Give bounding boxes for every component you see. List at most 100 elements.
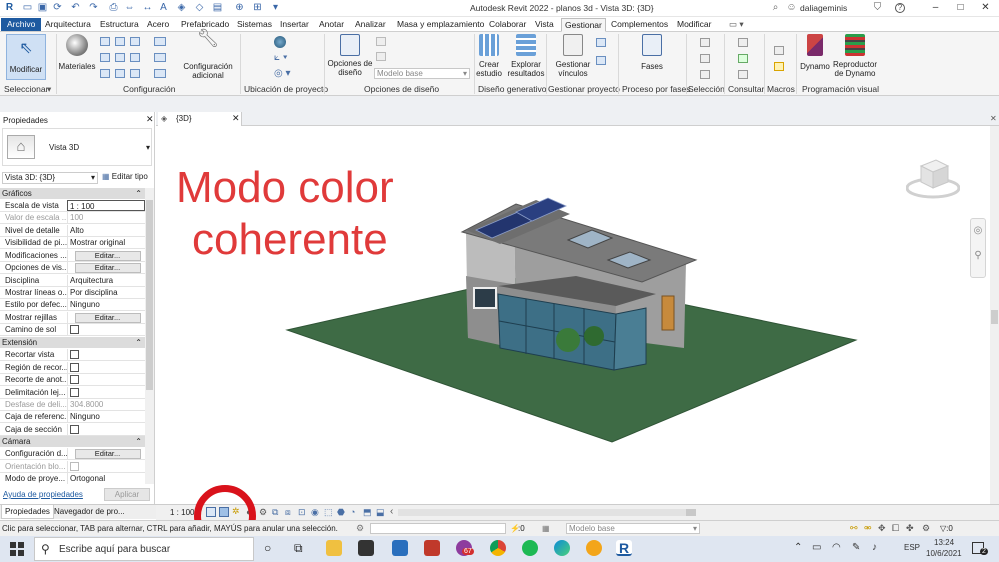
prop-row[interactable]: Configuración d... Editar... (0, 448, 145, 460)
properties-scrollbar[interactable] (145, 188, 154, 484)
prop-row[interactable]: Disciplina Arquitectura (0, 275, 145, 287)
edit-selection-icon[interactable] (700, 70, 710, 79)
design-option-icon[interactable]: ▦ (542, 524, 550, 533)
object-styles-icon[interactable] (100, 37, 110, 46)
zoom-icon[interactable]: ⚲ (971, 250, 985, 261)
prop-row[interactable]: Caja de referenc... Ninguno (0, 411, 145, 423)
select-links-icon[interactable]: ⚯ (850, 523, 858, 534)
status-design-option-select[interactable]: Modelo base ▾ (566, 523, 700, 534)
tile-icon[interactable]: ⊞ (252, 3, 263, 13)
dimension-icon[interactable]: ↔ (142, 3, 153, 13)
section-camara[interactable]: Cámara ⌃ (0, 436, 145, 447)
phases-button[interactable]: Fases (632, 34, 672, 71)
prop-row[interactable]: Recortar vista (0, 349, 145, 361)
load-selection-icon[interactable] (700, 54, 710, 63)
horizontal-scrollbar[interactable] (398, 509, 686, 516)
tab-sistemas[interactable]: Sistemas (236, 19, 273, 29)
tab-gestionar[interactable]: Gestionar (561, 18, 606, 32)
prop-row[interactable]: Visibilidad de pi... Mostrar original (0, 237, 145, 249)
location-globe-icon[interactable] (274, 36, 286, 48)
maximize-button[interactable]: □ (955, 3, 966, 13)
type-selector[interactable]: ⌂ Vista 3D ▾ (2, 128, 152, 166)
scroll-thumb[interactable] (686, 509, 696, 516)
prop-row[interactable]: Mostrar rejillas Editar... (0, 312, 145, 324)
purge-icon[interactable] (115, 69, 125, 78)
prop-row[interactable]: Mostrar líneas o... Por disciplina (0, 287, 145, 299)
prop-row[interactable]: Escala de vista 1 : 100 (0, 200, 145, 212)
text-icon[interactable]: A (158, 3, 169, 13)
prop-row[interactable]: Opciones de vis... Editar... (0, 262, 145, 274)
materials-button[interactable]: Materiales (58, 34, 96, 71)
prop-row[interactable]: Delimitación lej... (0, 387, 145, 399)
tab-modificar[interactable]: Modificar (676, 19, 712, 29)
design-options-button[interactable]: Opciones de diseño (326, 34, 374, 77)
prop-row[interactable]: Caja de sección (0, 424, 145, 436)
snaps-icon[interactable] (115, 37, 125, 46)
chrome-canary-icon[interactable] (586, 540, 602, 556)
viewport[interactable]: Modo color coherente ◎ ⚲ (156, 126, 990, 504)
background-process-icon[interactable]: ⚙ (922, 523, 930, 534)
properties-help-link[interactable]: Ayuda de propiedades (3, 490, 83, 499)
reveal-constraints-icon[interactable]: ⬓ (376, 507, 385, 518)
chrome-icon[interactable] (490, 540, 506, 556)
measure-icon[interactable]: ⇔ (124, 3, 135, 13)
pick-to-edit-icon[interactable] (376, 52, 386, 61)
volume-icon[interactable]: ♪ (872, 542, 877, 553)
create-study-button[interactable]: Crear estudio (474, 34, 504, 78)
switch-windows-icon[interactable]: ⊕ (234, 3, 245, 13)
sync-icon[interactable]: ⟳ (52, 3, 63, 13)
tab-properties[interactable]: Propiedades (1, 505, 54, 519)
prop-row[interactable]: Estilo por defec... Ninguno (0, 299, 145, 311)
scroll-left-icon[interactable]: ‹ (390, 506, 393, 517)
section-icon[interactable]: ◇ (194, 3, 205, 13)
taskbar-search[interactable]: ⚲ Escribe aquí para buscar (34, 537, 254, 561)
user-name[interactable]: daliageminis (800, 3, 847, 13)
analytical-model-icon[interactable]: ◔ (350, 507, 355, 517)
coordinates-icon[interactable]: ⟀ ▾ (274, 52, 288, 63)
cart-icon[interactable]: ⛉ (872, 3, 883, 13)
design-option-select[interactable]: Modelo base ▾ (374, 68, 470, 79)
annotation-crop-checkbox[interactable] (70, 375, 79, 384)
sun-path-checkbox[interactable] (70, 325, 79, 334)
highlight-displacement-icon[interactable]: ⬒ (363, 507, 372, 518)
prop-row[interactable]: Modo de proye... Ortogonal (0, 473, 145, 484)
additional-settings-button[interactable]: 🔧︎ Configuración adicional (180, 29, 236, 80)
tab-anotar[interactable]: Anotar (318, 19, 345, 29)
select-underlay-icon[interactable]: ⚮ (864, 523, 872, 534)
edit-button[interactable]: Editar... (74, 263, 141, 273)
apply-button[interactable]: Aplicar (104, 488, 150, 501)
view-scale[interactable]: 1 : 100 (170, 508, 194, 517)
revit-logo-icon[interactable]: R (4, 3, 15, 13)
edit-button[interactable]: Editar... (74, 251, 141, 261)
tab-project-browser[interactable]: Navegador de pro... (54, 507, 125, 516)
render-icon[interactable]: ⚙ (259, 507, 267, 518)
print-icon[interactable]: ⎙ (108, 3, 119, 13)
file-explorer-icon[interactable] (326, 540, 342, 556)
viewport-scrollbar[interactable] (990, 126, 999, 504)
mep-settings-icon[interactable] (154, 53, 166, 62)
tab-analizar[interactable]: Analizar (354, 19, 387, 29)
starting-view-icon[interactable] (596, 56, 606, 65)
section-extension[interactable]: Extensión ⌃ (0, 337, 145, 348)
dynamo-button[interactable]: Dynamo (800, 34, 830, 71)
position-icon[interactable]: ◎ ▾ (274, 68, 291, 79)
instance-selector[interactable]: Vista 3D: {3D} ▾ (2, 172, 98, 184)
project-params-icon[interactable] (100, 53, 110, 62)
search-icon[interactable]: ⌕ (770, 3, 781, 13)
tab-arquitectura[interactable]: Arquitectura (44, 19, 92, 29)
dynamo-player-button[interactable]: Reproductor de Dynamo (832, 34, 878, 78)
3d-view-icon[interactable]: ◈ (176, 3, 187, 13)
windows-start-icon[interactable] (10, 542, 24, 556)
user-icon[interactable]: ☺ (786, 3, 797, 13)
crop-region-checkbox[interactable] (70, 363, 79, 372)
task-view-icon[interactable]: ⧉ (294, 541, 303, 556)
section-box-checkbox[interactable] (70, 425, 79, 434)
crop-view-checkbox[interactable] (70, 350, 79, 359)
shared-params-icon[interactable] (115, 53, 125, 62)
tab-vista[interactable]: Vista (534, 19, 555, 29)
close-icon[interactable]: ✕ (232, 113, 240, 124)
edit-button[interactable]: Editar... (74, 449, 141, 459)
prop-row[interactable]: Región de recor... (0, 362, 145, 374)
filter-count[interactable]: ▽:0 (940, 524, 953, 533)
minimize-button[interactable]: – (930, 3, 941, 13)
